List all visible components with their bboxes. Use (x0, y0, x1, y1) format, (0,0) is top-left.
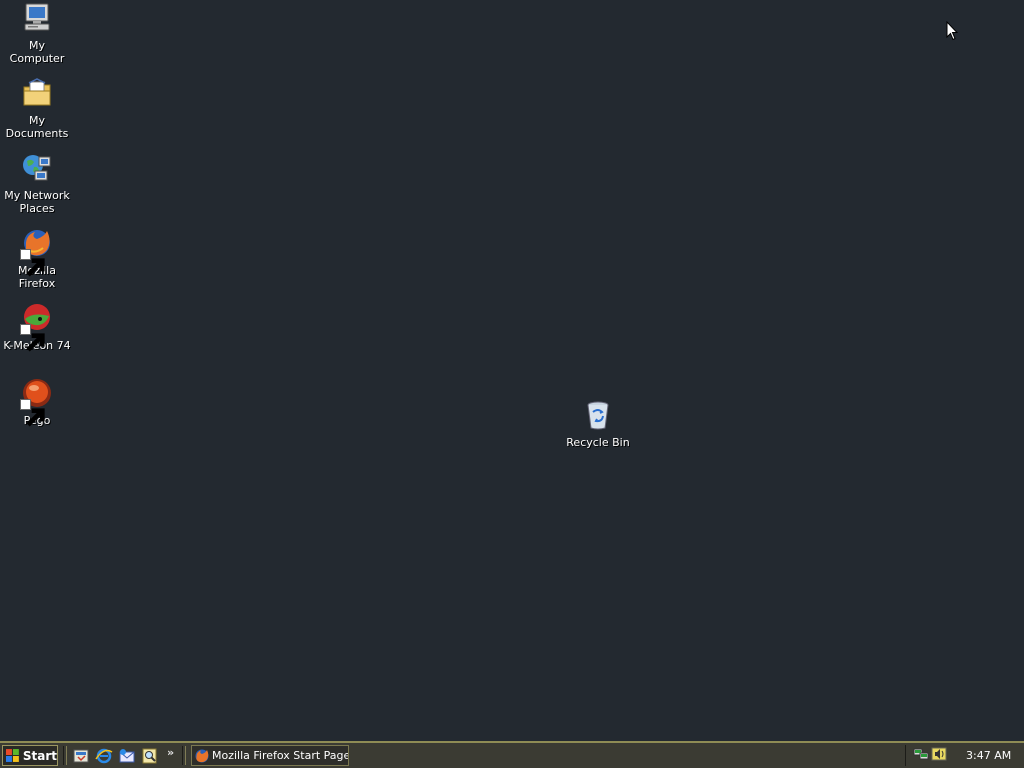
start-label: Start (22, 748, 57, 763)
quick-launch-show-desktop[interactable] (72, 747, 90, 765)
system-tray: 3:47 AM (905, 745, 1021, 766)
my-network-places-icon (21, 152, 53, 184)
quick-launch-more-button[interactable]: » (167, 746, 174, 759)
clock[interactable]: 3:47 AM (966, 749, 1011, 762)
recycle-bin-icon (582, 399, 614, 431)
quick-launch-outlook-express[interactable] (118, 747, 136, 765)
desktop-icon-my-documents[interactable]: My Documents (0, 77, 74, 140)
desktop-icon-my-network-places[interactable]: My Network Places (0, 152, 74, 215)
taskbar-button-firefox[interactable]: Mozilla Firefox Start Page... (191, 745, 349, 766)
shortcut-arrow-icon (20, 399, 45, 427)
desktop-icon-recycle-bin[interactable]: Recycle Bin (561, 399, 635, 449)
search-icon (142, 748, 157, 764)
internet-explorer-icon (95, 748, 113, 764)
my-documents-icon (21, 77, 53, 109)
desktop-icon-pego[interactable]: Pego (0, 377, 74, 427)
firefox-icon (195, 749, 209, 762)
firefox-icon (20, 227, 53, 277)
shortcut-arrow-icon (20, 249, 45, 277)
taskbar-button-label: Mozilla Firefox Start Page... (212, 749, 349, 762)
taskbar-separator (63, 746, 67, 765)
my-computer-icon (21, 2, 53, 34)
quick-launch-internet-explorer[interactable] (95, 747, 113, 765)
windows-logo-icon (6, 748, 19, 762)
desktop-icon-mozilla-firefox[interactable]: Mozilla Firefox (0, 227, 74, 290)
show-desktop-icon (73, 749, 89, 763)
k-meleon-icon (20, 302, 53, 352)
desktop-icon-my-computer[interactable]: My Computer (0, 2, 74, 65)
mouse-cursor-icon (946, 21, 958, 41)
network-icon (913, 748, 929, 760)
desktop-icon-label: My Documents (5, 114, 69, 140)
pego-icon (20, 377, 53, 427)
desktop-icon-label: My Computer (9, 39, 65, 65)
desktop-icon-label: Recycle Bin (566, 436, 630, 449)
desktop[interactable]: My Computer My Documents My Network Plac… (0, 0, 1024, 741)
shortcut-arrow-icon (20, 324, 45, 352)
desktop-icon-k-meleon[interactable]: K-Meleon 74 (0, 302, 74, 352)
start-button[interactable]: Start (2, 745, 58, 766)
outlook-express-icon (119, 749, 135, 763)
tray-network[interactable] (913, 746, 929, 762)
taskbar-separator (182, 746, 186, 765)
tray-volume[interactable] (931, 746, 947, 762)
desktop-icon-label: My Network Places (4, 189, 70, 215)
taskbar: Start » Mozilla Firefox Start Page... 3:… (0, 741, 1024, 768)
volume-icon (931, 747, 947, 761)
quick-launch-search[interactable] (141, 747, 159, 765)
